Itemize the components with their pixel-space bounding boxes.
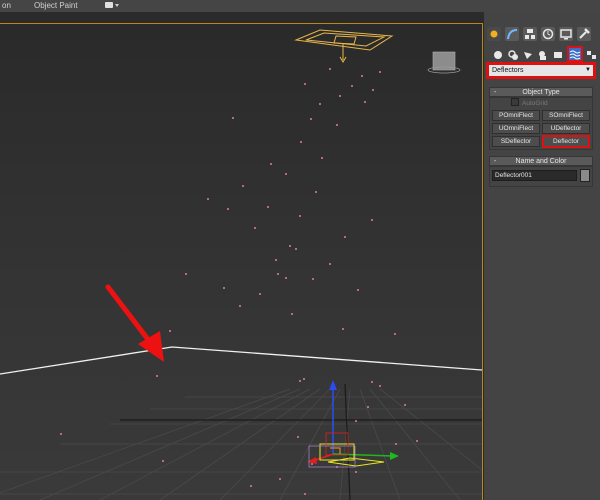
ground-grid (0, 388, 482, 500)
name-and-color-title: Name and Color (515, 158, 567, 165)
object-name-field[interactable]: Deflector001 (492, 170, 577, 181)
cameras-icon[interactable] (537, 48, 549, 60)
udeflector-button[interactable]: UDeflector (542, 123, 590, 134)
modify-tab-icon[interactable] (505, 27, 519, 41)
space-warp-type-dropdown[interactable]: Deflectors ▼ (486, 62, 596, 79)
viewcube-icon (427, 51, 461, 74)
geometry-icon[interactable] (492, 48, 504, 60)
viewport-active-border-right (482, 23, 483, 500)
object-type-title: Object Type (522, 89, 560, 96)
display-tab-icon[interactable] (559, 27, 573, 41)
autogrid-checkbox[interactable]: AutoGrid (511, 98, 548, 107)
viewport-toggle-icon[interactable] (104, 0, 120, 14)
command-panel (484, 12, 600, 500)
chevron-down-icon: ▼ (585, 67, 591, 73)
viewport-active-border-top (0, 23, 483, 24)
deflector-plane (0, 346, 482, 375)
deflector-button[interactable]: Deflector (542, 135, 590, 148)
menu-item[interactable]: on (2, 0, 11, 12)
helpers-icon[interactable] (552, 48, 564, 60)
checkbox-box[interactable] (511, 98, 519, 106)
particle-emitter-icon (294, 29, 394, 63)
perspective-viewport[interactable] (0, 24, 482, 500)
systems-icon[interactable] (586, 48, 598, 60)
create-tab-icon[interactable] (487, 27, 501, 41)
lights-icon[interactable] (522, 48, 534, 60)
space-warps-icon[interactable] (567, 46, 583, 62)
menu-bar: on Object Paint (0, 0, 600, 12)
somniflect-button[interactable]: SOmniFlect (542, 110, 590, 121)
autogrid-label: AutoGrid (522, 100, 548, 107)
viewport-scene (0, 29, 482, 500)
annotation-arrow (105, 284, 164, 362)
dropdown-value: Deflectors (489, 65, 593, 76)
utilities-tab-icon[interactable] (577, 27, 591, 41)
particles (60, 68, 418, 495)
object-color-swatch[interactable] (580, 169, 590, 182)
name-and-color-rollout-header[interactable]: - Name and Color (489, 156, 593, 166)
motion-tab-icon[interactable] (541, 27, 555, 41)
sdeflector-button[interactable]: SDeflector (492, 136, 540, 147)
object-type-rollout-header[interactable]: - Object Type (489, 87, 593, 97)
menu-item-object-paint[interactable]: Object Paint (34, 0, 78, 12)
uomniflect-button[interactable]: UOmniFlect (492, 123, 540, 134)
shapes-icon[interactable] (507, 48, 519, 60)
pomniflect-button[interactable]: POmniFlect (492, 110, 540, 121)
hierarchy-tab-icon[interactable] (523, 27, 537, 41)
